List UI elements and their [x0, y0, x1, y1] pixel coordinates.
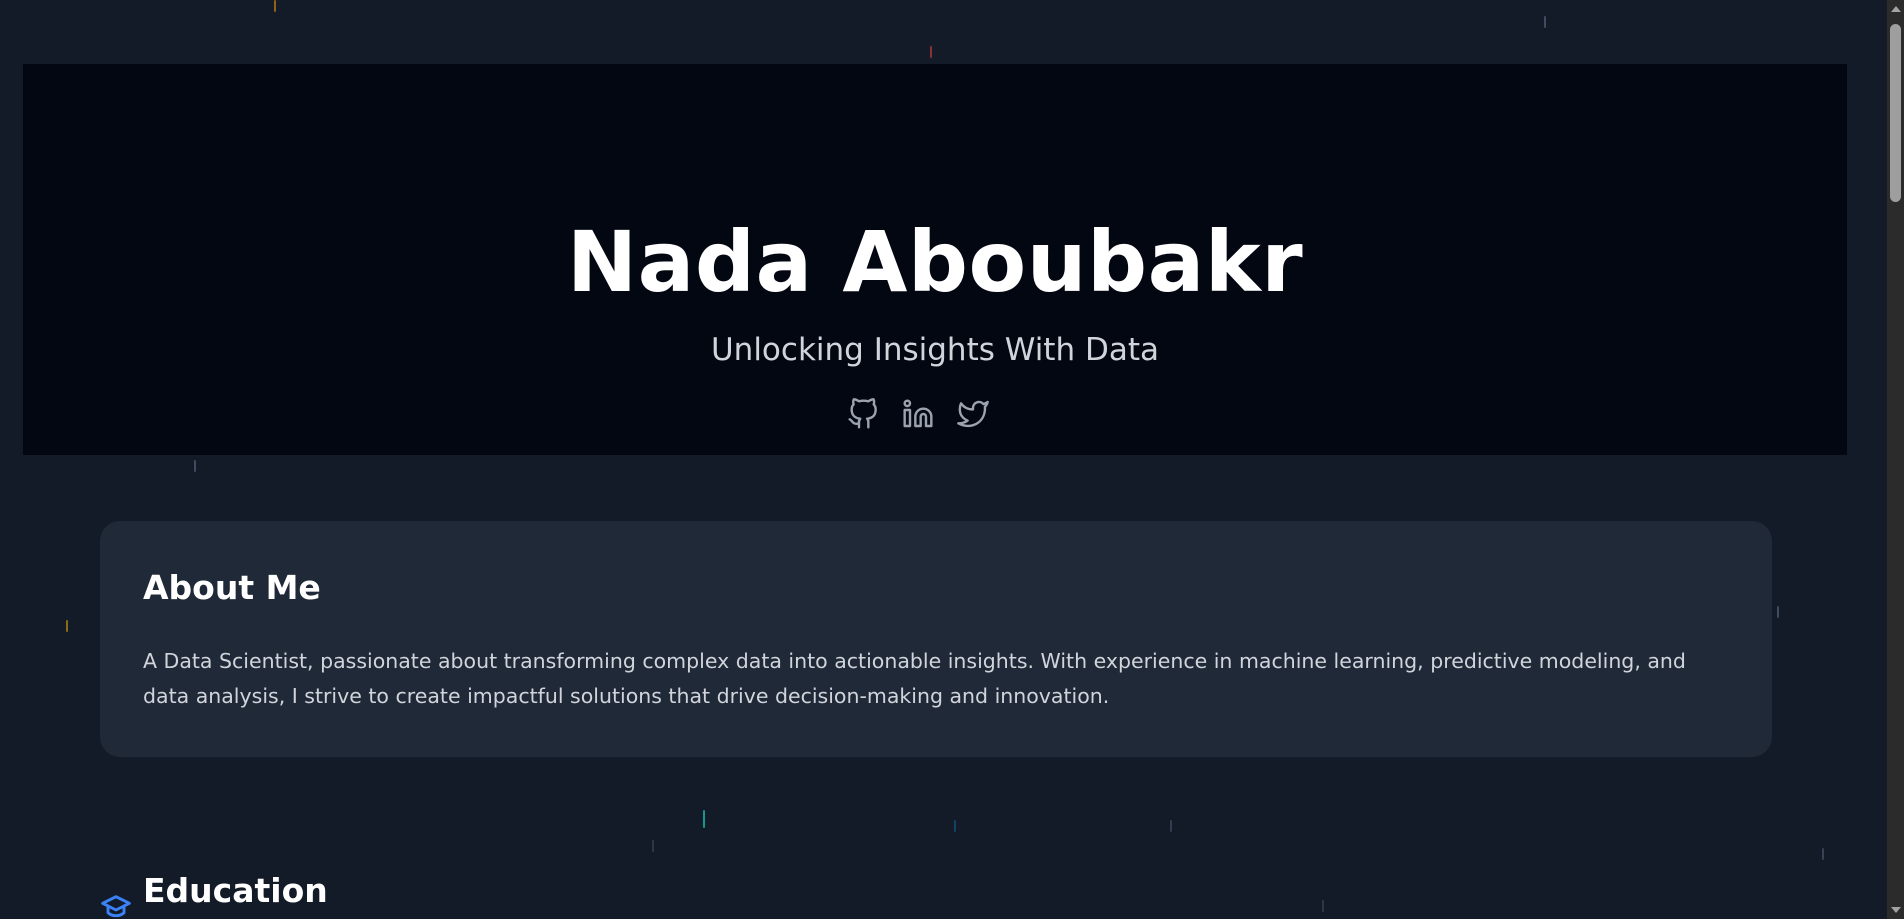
about-section: About Me A Data Scientist, passionate ab…: [100, 521, 1772, 757]
about-title: About Me: [143, 568, 321, 607]
page: Nada Aboubakr Unlocking Insights With Da…: [0, 0, 1904, 919]
twitter-icon: [956, 400, 989, 428]
education-title: Education: [143, 871, 328, 910]
particle-decoration: [652, 840, 654, 852]
scrollbar-thumb[interactable]: [1890, 24, 1901, 202]
scrollbar[interactable]: [1887, 0, 1904, 919]
scroll-down-arrow-icon[interactable]: [1891, 907, 1901, 913]
hero-name: Nada Aboubakr: [566, 213, 1304, 311]
hero-tagline: Unlocking Insights With Data: [710, 332, 1159, 368]
particle-decoration: [1777, 606, 1779, 618]
github-icon: [847, 398, 877, 429]
particle-decoration: [274, 0, 276, 12]
particle-decoration: [954, 820, 956, 832]
scroll-up-arrow-icon[interactable]: [1891, 6, 1901, 12]
linkedin-link[interactable]: [901, 397, 934, 431]
particle-decoration: [930, 46, 932, 58]
particle-decoration: [1170, 820, 1172, 832]
social-links: [23, 397, 1847, 431]
about-text: A Data Scientist, passionate about trans…: [143, 649, 1686, 708]
particle-decoration: [1544, 16, 1546, 28]
particle-decoration: [1822, 848, 1824, 860]
linkedin-icon: [902, 399, 933, 428]
twitter-link[interactable]: [956, 397, 989, 431]
particle-decoration: [703, 810, 705, 828]
particle-decoration: [66, 620, 68, 632]
hero-section: Nada Aboubakr Unlocking Insights With Da…: [23, 64, 1847, 455]
particle-decoration: [1322, 900, 1324, 912]
particle-decoration: [194, 460, 196, 472]
graduation-cap-icon: [100, 890, 132, 919]
github-link[interactable]: [846, 397, 879, 431]
